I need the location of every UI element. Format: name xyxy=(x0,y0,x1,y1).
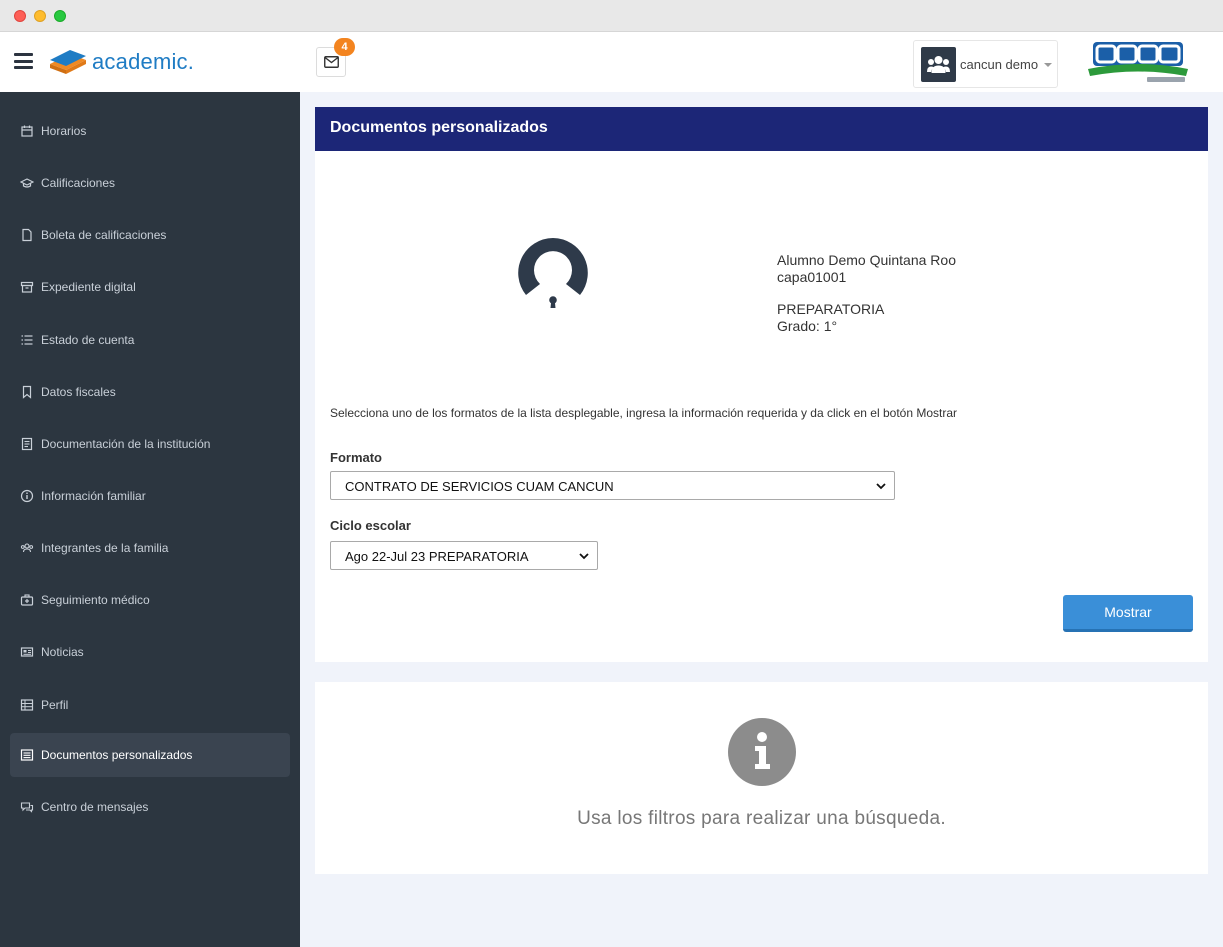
card-header: Documentos personalizados xyxy=(315,107,1208,151)
student-info: Alumno Demo Quintana Roo capa01001 PREPA… xyxy=(777,252,956,334)
document-list-icon xyxy=(20,749,34,761)
show-button[interactable]: Mostrar xyxy=(1063,595,1193,632)
documents-card: Documentos personalizados Alumno Demo Qu… xyxy=(315,107,1208,662)
book-icon xyxy=(21,437,33,451)
sidebar-item-expediente[interactable]: Expediente digital xyxy=(10,265,290,309)
sidebar-item-label: Calificaciones xyxy=(41,176,116,190)
student-name: Alumno Demo Quintana Roo xyxy=(777,252,956,268)
table-icon xyxy=(20,699,34,711)
sidebar-item-label: Documentación de la institución xyxy=(41,437,211,451)
student-id: capa01001 xyxy=(777,268,847,285)
caret-down-icon xyxy=(1044,63,1052,67)
sidebar-item-label: Integrantes de la familia xyxy=(41,541,169,555)
comments-icon xyxy=(20,802,34,813)
sidebar-item-label: Seguimiento médico xyxy=(41,593,150,607)
school-logo xyxy=(1088,42,1188,82)
sidebar-item-estado-cuenta[interactable]: Estado de cuenta xyxy=(10,318,290,362)
calendar-icon xyxy=(21,125,33,137)
bookmark-icon xyxy=(22,385,32,399)
sidebar-item-calificaciones[interactable]: Calificaciones xyxy=(10,161,290,205)
medkit-icon xyxy=(20,594,34,606)
info-icon xyxy=(20,489,34,503)
window-titlebar xyxy=(0,0,1223,32)
sidebar-item-label: Boleta de calificaciones xyxy=(41,228,167,242)
student-level: PREPARATORIA xyxy=(777,301,885,317)
info-circle-icon xyxy=(728,718,796,786)
sidebar-item-label: Horarios xyxy=(41,124,87,138)
page-title: Documentos personalizados xyxy=(330,119,548,136)
sidebar: Horarios Calificaciones Boleta de califi… xyxy=(0,92,300,947)
envelope-icon xyxy=(324,56,339,68)
users-icon xyxy=(20,543,34,553)
menu-toggle-icon[interactable] xyxy=(14,53,33,69)
sidebar-item-documentacion[interactable]: Documentación de la institución xyxy=(10,422,290,466)
sidebar-item-label: Centro de mensajes xyxy=(41,800,149,814)
academic-logo-icon xyxy=(50,50,86,74)
sidebar-item-label: Estado de cuenta xyxy=(41,333,135,347)
sidebar-item-seguimiento-medico[interactable]: Seguimiento médico xyxy=(10,578,290,622)
sidebar-item-noticias[interactable]: Noticias xyxy=(10,630,290,674)
student-avatar-icon xyxy=(518,238,588,308)
sidebar-item-datos-fiscales[interactable]: Datos fiscales xyxy=(10,370,290,414)
sidebar-item-label: Noticias xyxy=(41,645,84,659)
notification-badge: 4 xyxy=(334,38,355,56)
format-select[interactable]: CONTRATO DE SERVICIOS CUAM CANCUN xyxy=(330,471,895,500)
cycle-select-value: Ago 22-Jul 23 PREPARATORIA xyxy=(345,549,529,564)
maximize-window-button[interactable] xyxy=(54,10,66,22)
sidebar-item-integrantes[interactable]: Integrantes de la familia xyxy=(10,526,290,570)
instructions-text: Selecciona uno de los formatos de la lis… xyxy=(330,406,958,420)
user-menu[interactable]: cancun demo xyxy=(913,40,1058,88)
close-window-button[interactable] xyxy=(14,10,26,22)
format-select-value: CONTRATO DE SERVICIOS CUAM CANCUN xyxy=(345,479,614,494)
file-icon xyxy=(22,228,32,242)
minimize-window-button[interactable] xyxy=(34,10,46,22)
sidebar-item-label: Perfil xyxy=(41,698,69,712)
empty-state-message: Usa los filtros para realizar una búsque… xyxy=(577,808,946,829)
sidebar-item-informacion-familiar[interactable]: Información familiar xyxy=(10,474,290,518)
cycle-label: Ciclo escolar xyxy=(330,518,411,533)
user-name: cancun demo xyxy=(960,57,1039,72)
sidebar-item-label: Expediente digital xyxy=(41,280,136,294)
list-icon xyxy=(21,335,33,345)
sidebar-item-horarios[interactable]: Horarios xyxy=(10,109,290,153)
users-icon xyxy=(927,56,950,73)
brand-name[interactable]: academic. xyxy=(92,49,194,75)
sidebar-item-boleta[interactable]: Boleta de calificaciones xyxy=(10,213,290,257)
chevron-down-icon xyxy=(579,553,589,560)
top-bar: academic. 4 cancun demo xyxy=(0,32,1223,92)
user-avatar xyxy=(921,47,956,82)
sidebar-item-label: Documentos personalizados xyxy=(41,748,193,762)
chevron-down-icon xyxy=(876,483,886,490)
newspaper-icon xyxy=(20,647,34,657)
main-content: Documentos personalizados Alumno Demo Qu… xyxy=(300,92,1223,947)
sidebar-item-documentos-personalizados[interactable]: Documentos personalizados xyxy=(10,733,290,777)
sidebar-item-label: Información familiar xyxy=(41,489,146,503)
graduation-cap-icon xyxy=(20,178,34,188)
sidebar-item-centro-mensajes[interactable]: Centro de mensajes xyxy=(10,785,290,829)
sidebar-item-perfil[interactable]: Perfil xyxy=(10,683,290,727)
sidebar-item-label: Datos fiscales xyxy=(41,385,116,399)
results-card: Usa los filtros para realizar una búsque… xyxy=(315,682,1208,874)
format-label: Formato xyxy=(330,450,382,465)
cycle-select[interactable]: Ago 22-Jul 23 PREPARATORIA xyxy=(330,541,598,570)
archive-icon xyxy=(20,281,34,293)
student-grade: Grado: 1° xyxy=(777,317,838,334)
